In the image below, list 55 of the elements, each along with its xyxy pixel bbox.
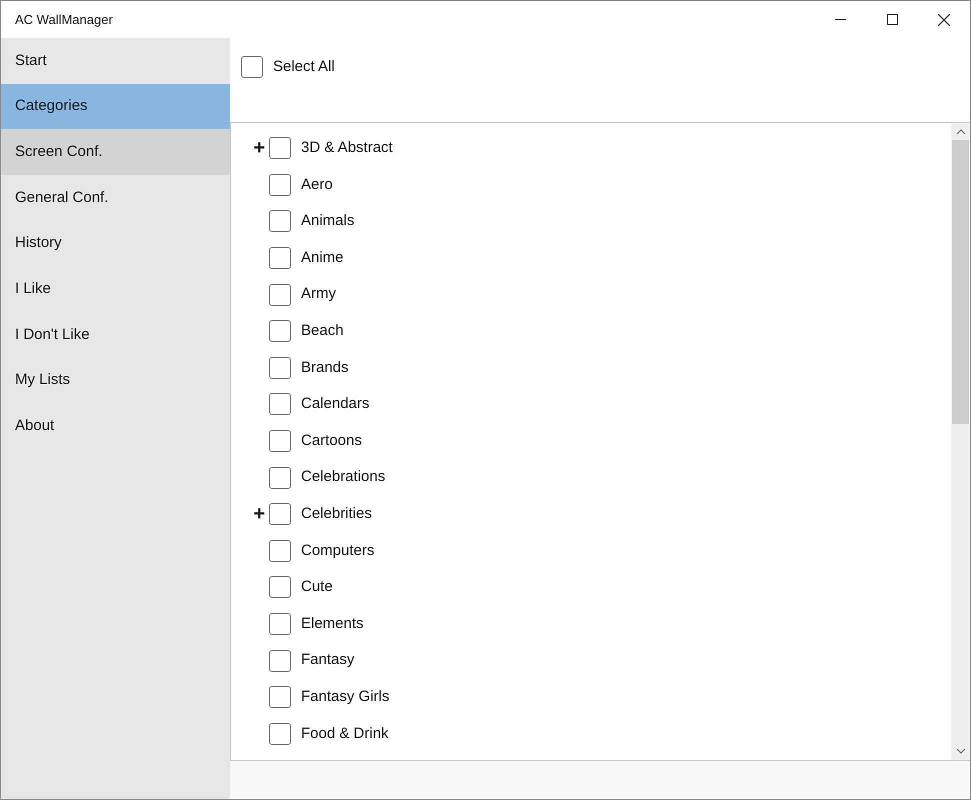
scrollbar[interactable] [951,123,970,760]
sidebar-item[interactable]: Start [1,38,230,84]
category-label: Computers [301,540,374,561]
select-all-checkbox[interactable]: Select All [241,56,335,78]
checkbox[interactable] [269,722,291,745]
category-label: Elements [301,614,364,634]
close-icon [938,14,950,26]
sidebar-item[interactable]: I Like [1,266,230,312]
checkbox[interactable] [269,247,291,270]
category-label: Brands [301,358,349,378]
sidebar-item[interactable]: About [1,404,230,450]
checkbox[interactable] [269,576,291,598]
category-label: Fantasy Girls [301,686,390,707]
category-label: Animals [301,211,354,232]
checkbox[interactable] [269,466,291,489]
category-label: Fantasy [301,650,354,670]
checkbox[interactable] [269,503,291,526]
sidebar-item[interactable]: General Conf. [1,175,230,221]
scrollbar-thumb[interactable] [952,140,969,424]
category-label: Cartoons [301,430,362,451]
checkbox[interactable] [269,284,291,306]
checkbox[interactable] [269,613,291,636]
maximize-icon [886,14,898,25]
checkbox[interactable] [269,540,291,562]
sidebar-item[interactable]: History [1,220,230,266]
sidebar-item[interactable]: Categories [1,84,230,130]
category-label: Army [301,284,336,304]
window-title: AC WallManager [14,10,114,29]
category-label: Celebrities [301,504,372,524]
checkbox[interactable] [269,430,291,452]
expand-toggle[interactable]: + [253,504,265,524]
checkbox[interactable] [269,356,291,379]
checkbox[interactable] [269,393,291,416]
sidebar-item[interactable]: Screen Conf. [1,129,230,176]
category-label: Cute [301,577,333,598]
category-label: Food & Drink [301,724,389,744]
category-label: Aero [301,174,333,195]
checkbox[interactable] [269,320,291,342]
scroll-up-icon [956,129,966,135]
category-label: Celebrations [301,467,386,488]
checkbox[interactable] [269,210,291,232]
scroll-down-icon [956,748,966,754]
checkbox[interactable] [269,650,291,672]
sidebar-item[interactable]: My Lists [1,358,230,404]
checkbox[interactable] [269,137,291,160]
checkbox[interactable] [241,56,263,78]
category-label: Anime [301,248,344,268]
category-label: 3D & Abstract [301,138,393,158]
category-label: Beach [301,321,344,342]
minimize-icon [834,19,846,20]
checkbox[interactable] [269,174,291,196]
checkbox[interactable] [269,686,291,708]
sidebar-item[interactable]: I Don't Like [1,312,230,358]
category-label: Calendars [301,394,370,414]
expand-toggle[interactable]: + [253,138,265,158]
